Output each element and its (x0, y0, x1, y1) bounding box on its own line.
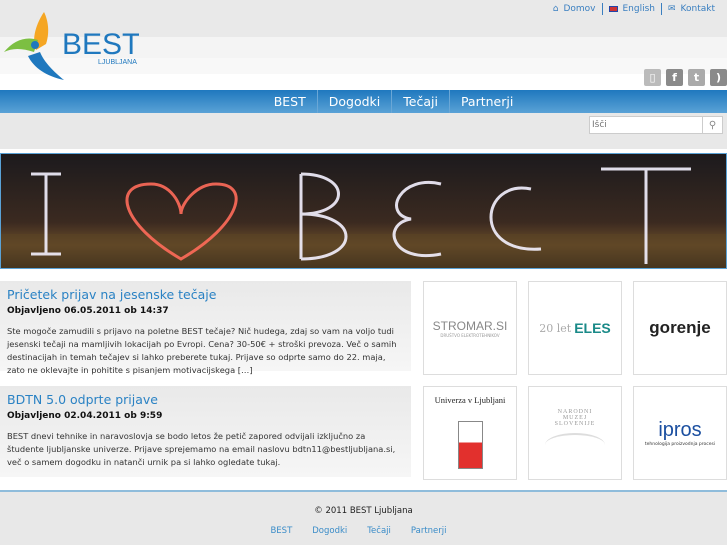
rss-icon[interactable]: ) (710, 69, 727, 86)
post-date: Objavljeno 06.05.2011 ob 14:37 (7, 306, 169, 316)
best-logo[interactable]: BEST LJUBLJANA (4, 12, 140, 82)
youtube-icon[interactable]: ▯ (644, 69, 661, 86)
top-links: ⌂ Domov English ✉ Kontakt (547, 3, 721, 15)
twitter-icon[interactable]: t (688, 69, 705, 86)
nav-partnerji[interactable]: Partnerji (450, 90, 524, 113)
partner-name: gorenje (649, 318, 711, 337)
nav-dogodki[interactable]: Dogodki (318, 90, 393, 113)
hero-banner (0, 153, 727, 269)
partner-uni-lj[interactable]: Univerza v Ljubljani (423, 386, 517, 480)
logo-sub: LJUBLJANA (98, 59, 137, 66)
post-item: Pričetek prijav na jesenske tečaje Objav… (0, 281, 411, 375)
post-date: Objavljeno 02.04.2011 ob 9:59 (7, 411, 163, 421)
partner-name: ipros (658, 419, 702, 441)
search-icon: ⚲ (708, 119, 717, 131)
waves-icon (545, 433, 605, 457)
logo-text: BEST (62, 28, 139, 61)
partner-name: Univerza v Ljubljani (434, 395, 506, 405)
home-icon: ⌂ (552, 4, 559, 14)
partner-ipros[interactable]: ipros tehnologija proizvodnja procesi (633, 386, 727, 480)
nav-tecaji[interactable]: Tečaji (392, 90, 450, 113)
search-bar: ⚲ (0, 113, 727, 149)
footer-link-tecaji[interactable]: Tečaji (367, 526, 391, 536)
partner-sub: tehnologija proizvodnja procesi (644, 442, 716, 447)
mail-icon: ✉ (668, 4, 676, 14)
home-label: Domov (563, 4, 596, 14)
search-input[interactable] (590, 117, 702, 133)
footer-link-best[interactable]: BEST (270, 526, 292, 536)
partner-name: STROMAR.SI (432, 318, 508, 333)
partner-gorenje[interactable]: gorenje (633, 281, 727, 375)
post-title[interactable]: Pričetek prijav na jesenske tečaje (7, 287, 404, 302)
search-button[interactable]: ⚲ (702, 117, 722, 133)
social-links: ▯ f t ) (644, 69, 727, 86)
uk-flag-icon (608, 6, 618, 12)
facebook-icon[interactable]: f (666, 69, 683, 86)
english-link[interactable]: English (603, 4, 662, 14)
partner-name: ELES (574, 320, 611, 336)
partner-sub: 20 let (539, 321, 572, 335)
english-label: English (622, 4, 656, 14)
post-title[interactable]: BDTN 5.0 odprte prijave (7, 392, 404, 407)
main-nav: BEST Dogodki Tečaji Partnerji (0, 90, 727, 113)
footer-link-partnerji[interactable]: Partnerji (411, 526, 447, 536)
copyright: © 2011 BEST Ljubljana (314, 506, 413, 516)
post-item: BDTN 5.0 odprte prijave Objavljeno 02.04… (0, 386, 411, 477)
footer-link-dogodki[interactable]: Dogodki (312, 526, 347, 536)
post-body: BEST dnevi tehnike in naravoslovja se bo… (7, 431, 396, 467)
post-body: Ste mogoče zamudili s prijavo na poletne… (7, 326, 397, 375)
partner-sub: DRUŠTVO ELEKTROTEHNIKOV (440, 332, 500, 338)
search-box: ⚲ (589, 116, 723, 134)
footer-links: BEST Dogodki Tečaji Partnerji (0, 526, 727, 536)
partner-nms[interactable]: NARODNI MUZEJ SLOVENIJE (528, 386, 622, 480)
nav-best[interactable]: BEST (263, 90, 318, 113)
contact-label: Kontakt (680, 4, 715, 14)
partner-name: NARODNI MUZEJ SLOVENIJE (554, 409, 596, 427)
footer: © 2011 BEST Ljubljana BEST Dogodki Tečaj… (0, 490, 727, 545)
header: BEST LJUBLJANA ⌂ Domov English ✉ Kontakt ▯… (0, 0, 727, 90)
partner-stromar[interactable]: STROMAR.SI DRUŠTVO ELEKTROTEHNIKOV (423, 281, 517, 375)
university-crest (457, 421, 483, 469)
home-link[interactable]: ⌂ Domov (547, 4, 602, 14)
partner-eles[interactable]: 20 let ELES (528, 281, 622, 375)
contact-link[interactable]: ✉ Kontakt (662, 4, 721, 14)
